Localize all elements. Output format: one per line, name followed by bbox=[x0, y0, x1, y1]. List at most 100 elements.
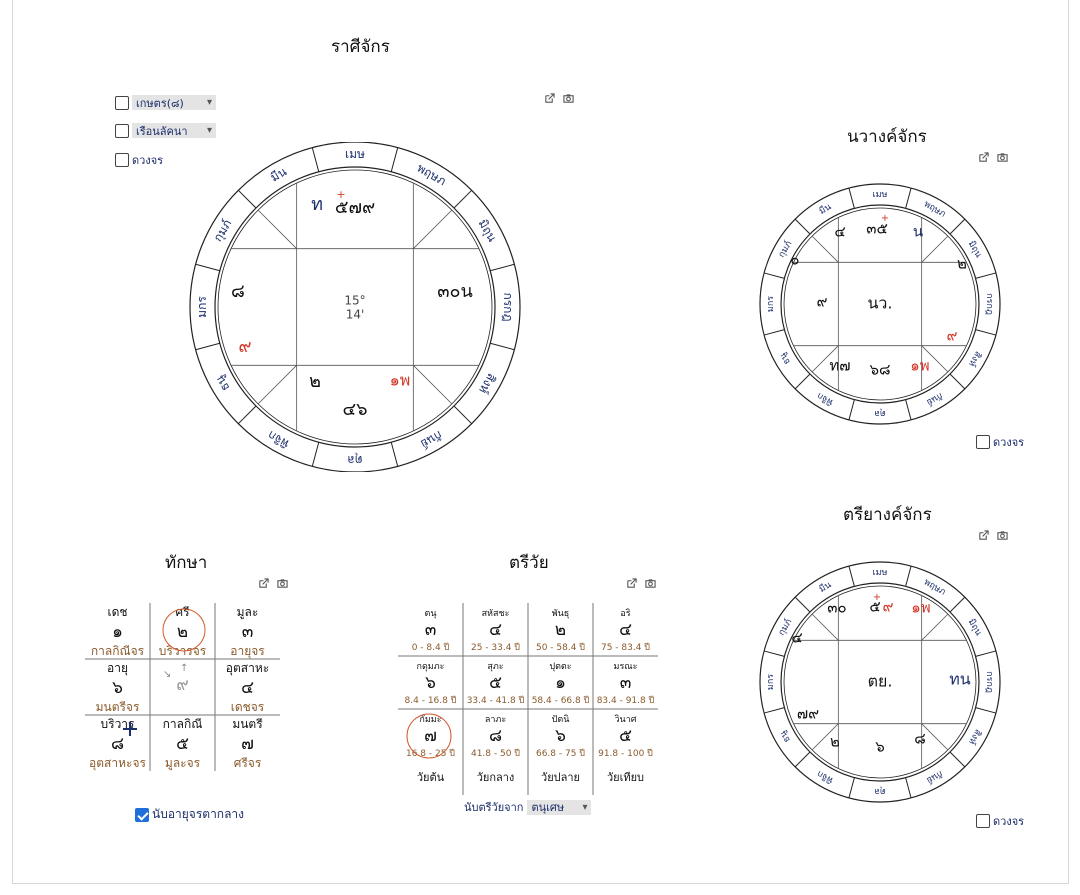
triyang-bottom-left: ๒ bbox=[830, 733, 840, 751]
rasi-diagonal bbox=[413, 209, 453, 249]
navang-duangjon-checkbox[interactable] bbox=[976, 435, 990, 449]
external-link-icon[interactable] bbox=[978, 152, 989, 163]
triwai-toolbar bbox=[626, 578, 656, 589]
navang-right-top: ๒ bbox=[957, 255, 967, 273]
navang-sign-divider bbox=[794, 373, 811, 390]
triwai-count-select[interactable]: ตนุเศษ ▾ bbox=[527, 799, 592, 815]
triyang-sign-divider bbox=[848, 777, 855, 799]
rasi-sign-divider bbox=[490, 342, 515, 351]
triyang-toolbar bbox=[978, 530, 1008, 541]
triwai-age-label: วัยปลาย bbox=[541, 771, 580, 784]
external-link-icon[interactable] bbox=[626, 578, 637, 589]
taksa-count-checkbox[interactable] bbox=[135, 807, 149, 822]
navang-sign-label: มิถุน bbox=[966, 239, 984, 260]
rasi-center-degree: 15° bbox=[344, 294, 365, 308]
camera-icon[interactable] bbox=[563, 93, 574, 104]
navang-duangjon-option[interactable]: ดวงจร bbox=[976, 433, 1024, 451]
camera-icon[interactable] bbox=[645, 578, 656, 589]
ruen-lakana-select[interactable]: เรือนลัคนา ▾ bbox=[132, 123, 216, 138]
kaset-checkbox[interactable] bbox=[115, 95, 129, 110]
rasi-toolbar bbox=[544, 93, 574, 104]
navang-sign-divider bbox=[949, 218, 966, 235]
rasi-house-left: ๘ bbox=[231, 281, 245, 302]
triyang-sign-divider bbox=[905, 565, 912, 587]
external-link-icon[interactable] bbox=[544, 93, 555, 104]
triwai-lines bbox=[398, 603, 658, 795]
navang-toolbar bbox=[978, 152, 1008, 163]
navang-left-top: ๐ bbox=[790, 251, 799, 269]
triyang-sign-label: สิงห์ bbox=[966, 727, 984, 747]
kaset-select[interactable]: เกษตร(๘) ▾ bbox=[132, 95, 216, 110]
rasi-sign-divider bbox=[237, 405, 257, 425]
kaset-option[interactable]: เกษตร(๘) ▾ bbox=[115, 95, 216, 110]
navang-sign-label: มกร bbox=[766, 296, 776, 312]
rasi-sign-label: มีน bbox=[268, 164, 289, 184]
rasi-sign-divider bbox=[311, 147, 320, 172]
navang-sign-label: พิจิก bbox=[815, 390, 835, 408]
triyang-sign-divider bbox=[975, 650, 997, 657]
triyang-sign-divider bbox=[763, 707, 785, 714]
taksa-lines: ↘↑ bbox=[85, 603, 280, 771]
camera-icon[interactable] bbox=[277, 578, 288, 589]
triyang-sign-divider bbox=[763, 650, 785, 657]
rasi-sign-label: ธนู bbox=[213, 373, 234, 394]
triyang-left-top: ๔ bbox=[791, 629, 802, 647]
rasi-sign-divider bbox=[195, 342, 220, 351]
chevron-down-icon: ▾ bbox=[206, 125, 212, 136]
duangjon-checkbox[interactable] bbox=[115, 153, 129, 167]
triwai-ages: วัยต้น วัยกลาง วัยปลาย วัยเทียบ bbox=[398, 768, 658, 786]
triyang-top-red: ๙ bbox=[883, 598, 894, 616]
navang-top-left: ๔ bbox=[834, 223, 845, 241]
rasi-sign-divider bbox=[195, 263, 220, 272]
duangjon-option[interactable]: ดวงจร bbox=[115, 151, 163, 169]
taksa-count-option[interactable]: นับอายุจรตากลาง bbox=[135, 805, 244, 824]
rasi-sign-label: ตุล bbox=[347, 452, 362, 467]
rasi-sign-label: พฤษภ bbox=[415, 161, 449, 189]
triyang-sign-label: มีน bbox=[817, 579, 833, 595]
triyang-sign-divider bbox=[949, 751, 966, 768]
rasi-house-left-bottom: ๙ bbox=[238, 336, 251, 357]
triyang-duangjon-checkbox[interactable] bbox=[976, 814, 990, 828]
navang-chart: เมษมีนกุมภ์มกรธนูพิจิกตุลกันย์สิงห์กรกฎม… bbox=[759, 183, 1001, 425]
triyang-sign-label: เมษ bbox=[873, 568, 888, 578]
chevron-down-icon: ▾ bbox=[206, 97, 212, 108]
camera-icon[interactable] bbox=[997, 530, 1008, 541]
navang-sign-divider bbox=[794, 218, 811, 235]
triyang-duangjon-option[interactable]: ดวงจร bbox=[976, 812, 1024, 830]
ruen-lakana-checkbox[interactable] bbox=[115, 123, 129, 138]
rasi-sign-divider bbox=[490, 263, 515, 272]
external-link-icon[interactable] bbox=[258, 578, 269, 589]
svg-text:↑: ↑ bbox=[180, 663, 188, 674]
navang-sign-divider bbox=[905, 187, 912, 209]
rasi-center-minute: 14' bbox=[346, 308, 365, 322]
rasi-chart: เมษมีนกุมภ์มกรธนูพิจิกตุลกันย์สิงห์กรกฎม… bbox=[189, 142, 521, 472]
triyang-sign-divider bbox=[975, 707, 997, 714]
chevron-down-icon: ▾ bbox=[582, 801, 588, 813]
rasi-diagonal bbox=[257, 209, 297, 249]
taksa-title: ทักษา bbox=[165, 553, 208, 573]
triyang-sign-label: มกร bbox=[766, 674, 776, 690]
triwai-age-label: วัยเทียบ bbox=[606, 771, 645, 784]
ruen-lakana-option[interactable]: เรือนลัคนา ▾ bbox=[115, 123, 216, 138]
rasi-house-top-prefix: ท bbox=[311, 194, 323, 215]
triyang-bottom: ๖ bbox=[875, 738, 885, 756]
svg-text:↘: ↘ bbox=[163, 669, 171, 680]
navang-top: ๓๕ bbox=[866, 220, 888, 238]
rasi-sign-divider bbox=[453, 189, 473, 209]
rasi-sign-divider bbox=[390, 442, 399, 467]
camera-icon[interactable] bbox=[997, 152, 1008, 163]
triyang-diagonal bbox=[811, 613, 839, 641]
triwai-title: ตรีวัย bbox=[509, 553, 549, 573]
rasi-title: ราศีจักร bbox=[331, 37, 390, 57]
triyang-diagonal bbox=[921, 613, 949, 641]
navang-sign-divider bbox=[975, 272, 997, 279]
navang-sign-label: เมษ bbox=[873, 190, 888, 200]
navang-title: นวางค์จักร bbox=[847, 127, 927, 147]
external-link-icon[interactable] bbox=[978, 530, 989, 541]
navang-left: ๙ bbox=[817, 293, 828, 311]
navang-top-right: น bbox=[913, 223, 923, 241]
triyang-chart: เมษมีนกุมภ์มกรธนูพิจิกตุลกันย์สิงห์กรกฎม… bbox=[759, 561, 1001, 803]
navang-sign-label: มีน bbox=[817, 201, 833, 217]
triyang-top-left: ๓๐ bbox=[827, 599, 846, 617]
triwai-count-row: นับตรีวัยจาก ตนุเศษ ▾ bbox=[464, 798, 592, 816]
